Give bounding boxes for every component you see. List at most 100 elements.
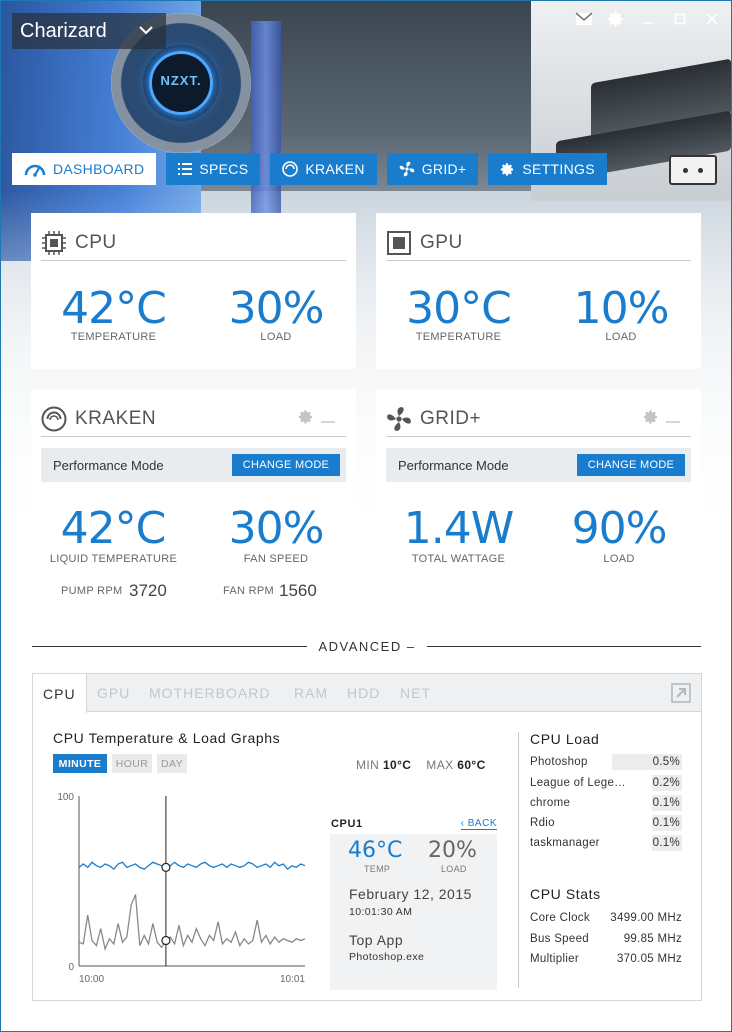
advanced-panel: CPU GPU MOTHERBOARD RAM HDD NET CPU Temp…	[32, 673, 702, 1001]
series-line	[78, 894, 306, 952]
stat-value: 3499.00 MHz	[610, 912, 682, 924]
y-tick-label: 100	[57, 792, 74, 803]
card-title: CPU	[75, 231, 117, 253]
mail-icon[interactable]	[573, 9, 595, 29]
series-line	[78, 861, 306, 870]
adv-tab-hdd[interactable]: HDD	[347, 674, 380, 712]
adv-tab-gpu[interactable]: GPU	[97, 674, 130, 712]
robot-eye	[698, 168, 703, 173]
kraken-icon	[41, 406, 67, 432]
adv-tab-motherboard[interactable]: MOTHERBOARD	[149, 674, 270, 712]
adv-tab-net[interactable]: NET	[400, 674, 431, 712]
app-window: NZXT. Charizard DASHBOARD SPECS KRAKEN G…	[0, 0, 732, 1032]
tab-kraken[interactable]: KRAKEN	[270, 153, 377, 185]
adv-tab-cpu[interactable]: CPU	[33, 674, 87, 713]
profile-dropdown[interactable]: Charizard	[12, 13, 166, 49]
range-hour-button[interactable]: HOUR	[112, 754, 152, 773]
performance-mode-label: Performance Mode	[398, 457, 509, 473]
list-item: Rdio 0.1%	[530, 815, 682, 833]
advanced-tabs: CPU GPU MOTHERBOARD RAM HDD NET	[33, 674, 701, 713]
list-icon	[178, 163, 193, 175]
vertical-divider	[518, 732, 519, 988]
card-header: CPU	[41, 225, 346, 261]
cursor-point	[161, 935, 171, 946]
gauge-icon	[24, 161, 46, 177]
tab-label: SETTINGS	[522, 161, 595, 177]
hero-pump-logo: NZXT.	[160, 73, 202, 88]
adv-tab-ram[interactable]: RAM	[294, 674, 328, 712]
stat-name: Core Clock	[530, 912, 590, 924]
cpu-load-title: CPU Load	[530, 731, 600, 747]
gpu-temperature-label: TEMPERATURE	[415, 331, 502, 343]
card-header: GRID+	[386, 401, 691, 437]
range-minute-button[interactable]: MINUTE	[53, 754, 107, 773]
max-label: MAX	[426, 758, 454, 772]
top-app-label: Top App	[349, 932, 404, 948]
tab-specs[interactable]: SPECS	[166, 153, 261, 185]
advanced-toggle[interactable]: ADVANCED –	[307, 639, 427, 654]
window-controls	[573, 9, 723, 29]
tab-grid[interactable]: GRID+	[386, 153, 479, 185]
process-name: Rdio	[530, 817, 555, 829]
close-icon[interactable]	[701, 9, 723, 29]
stat-value: 370.05 MHz	[616, 953, 682, 965]
change-mode-button[interactable]: CHANGE MODE	[577, 454, 685, 476]
process-load: 0.5%	[612, 754, 682, 770]
tab-settings[interactable]: SETTINGS	[488, 153, 607, 185]
gear-icon[interactable]	[643, 409, 659, 430]
min-max-readout: MIN 10°C MAX 60°C	[356, 758, 486, 772]
cpu-temperature-label: TEMPERATURE	[70, 331, 157, 343]
pump-rpm-value: 3720	[129, 581, 167, 600]
card-settings	[643, 409, 681, 430]
gear-icon[interactable]	[298, 409, 314, 430]
gpu-load: 10%	[573, 283, 670, 334]
minimize-icon[interactable]	[637, 9, 659, 29]
gear-icon[interactable]	[605, 9, 627, 29]
stat-name: Multiplier	[530, 953, 580, 965]
back-link[interactable]: ‹ BACK	[460, 818, 497, 830]
card-settings	[298, 409, 336, 430]
cpu1-temp: 46°C	[348, 838, 403, 863]
list-item: chrome 0.1%	[530, 795, 682, 813]
collapse-icon[interactable]	[320, 411, 336, 429]
range-day-button[interactable]: DAY	[157, 754, 187, 773]
cpu1-header: CPU1 ‹ BACK	[330, 808, 497, 834]
process-name: taskmanager	[530, 837, 600, 849]
top-app-value: Photoshop.exe	[349, 951, 425, 963]
collapse-icon[interactable]	[665, 411, 681, 429]
kraken-card: KRAKEN Performance Mode CHANGE MODE 42°C…	[31, 389, 356, 611]
tab-label: GRID+	[421, 161, 467, 177]
y-tick-label: 0	[68, 962, 74, 973]
list-item: taskmanager 0.1%	[530, 835, 682, 853]
fan-rpm-value: 1560	[279, 581, 317, 600]
robot-icon[interactable]	[669, 155, 717, 185]
fan-speed: 30%	[228, 503, 325, 554]
cpu1-panel: CPU1 ‹ BACK 46°C TEMP 20% LOAD February …	[330, 808, 497, 990]
performance-mode-row: Performance Mode CHANGE MODE	[41, 448, 346, 482]
cpu-card: CPU 42°C TEMPERATURE 30% LOAD	[31, 213, 356, 369]
card-header: GPU	[386, 225, 691, 261]
process-load: 0.1%	[652, 795, 682, 811]
tab-dashboard[interactable]: DASHBOARD	[12, 153, 157, 185]
cpu1-load: 20%	[428, 838, 477, 863]
robot-eye	[683, 168, 688, 173]
gpu-temperature: 30°C	[406, 283, 512, 334]
change-mode-button[interactable]: CHANGE MODE	[232, 454, 340, 476]
cpu1-temp-label: TEMP	[364, 864, 391, 874]
min-label: MIN	[356, 758, 380, 772]
fan-rpm-label: FAN RPM	[223, 585, 274, 597]
list-item: Photoshop 0.5%	[530, 754, 682, 772]
card-title: GPU	[420, 231, 463, 253]
performance-mode-label: Performance Mode	[53, 457, 164, 473]
card-title: GRID+	[420, 407, 482, 429]
process-name: chrome	[530, 797, 571, 809]
grid-load: 90%	[571, 503, 668, 554]
popout-icon[interactable]	[671, 683, 691, 703]
main-nav: DASHBOARD SPECS KRAKEN GRID+ SETTINGS	[12, 153, 607, 185]
list-item: Multiplier 370.05 MHz	[530, 953, 682, 965]
x-tick-label: 10:01	[280, 974, 305, 985]
fan-speed-label: FAN SPEED	[243, 553, 309, 565]
maximize-icon[interactable]	[669, 9, 691, 29]
liquid-temperature-label: LIQUID TEMPERATURE	[49, 553, 178, 565]
cpu1-title: CPU1	[331, 818, 363, 830]
